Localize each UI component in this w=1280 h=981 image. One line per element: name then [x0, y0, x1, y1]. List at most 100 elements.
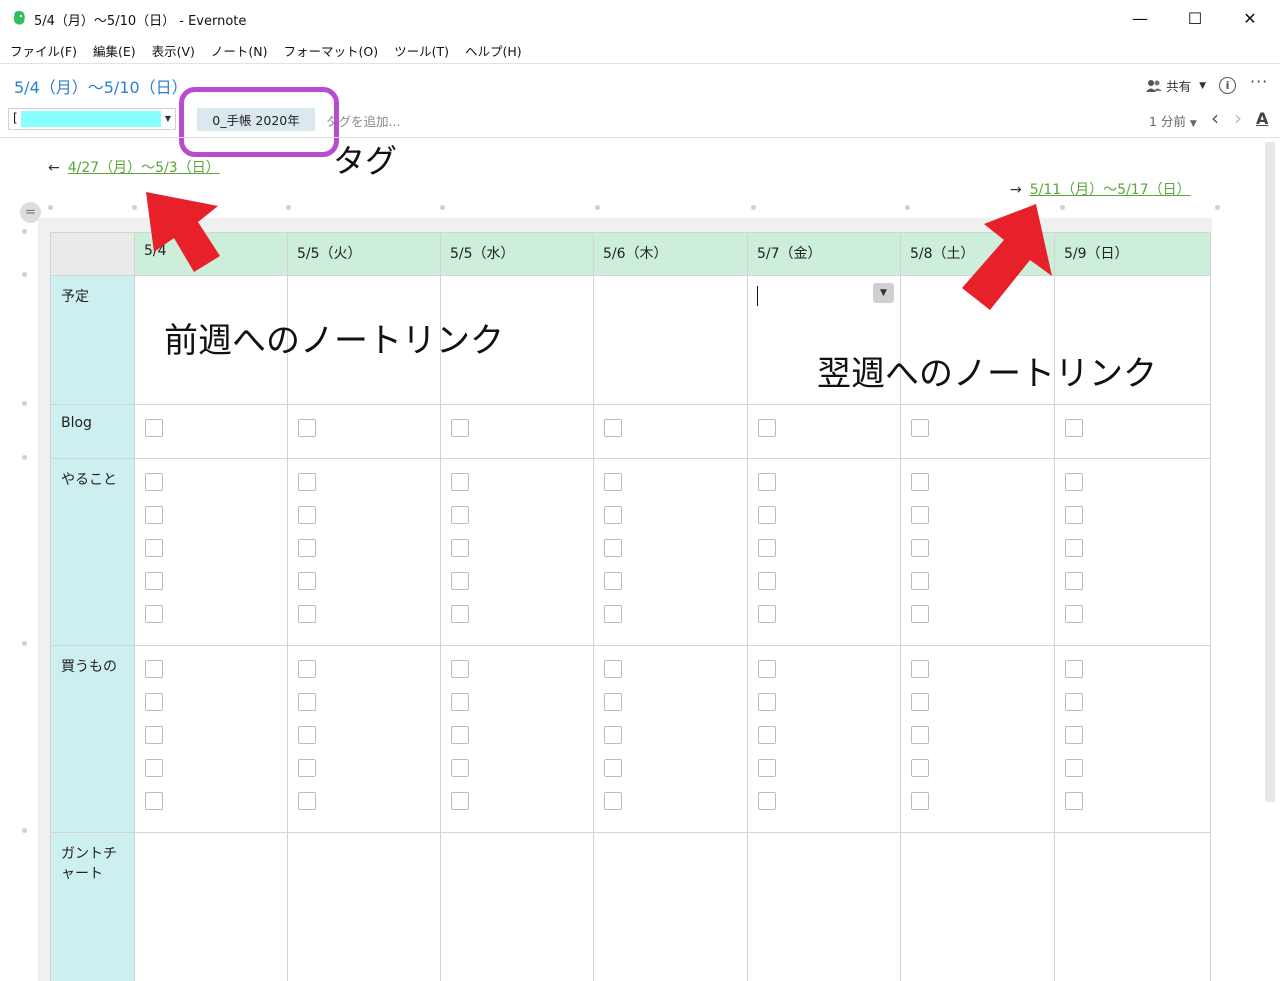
checkbox[interactable]	[1065, 473, 1083, 491]
checkbox[interactable]	[298, 759, 316, 777]
checkbox[interactable]	[911, 572, 929, 590]
checkbox[interactable]	[1065, 726, 1083, 744]
table-cell[interactable]	[747, 404, 901, 459]
checkbox[interactable]	[604, 660, 622, 678]
checkbox[interactable]	[451, 473, 469, 491]
checkbox[interactable]	[451, 539, 469, 557]
back-nav-icon[interactable]: ‹	[1211, 106, 1219, 130]
table-cell[interactable]	[440, 458, 594, 646]
checkbox[interactable]	[604, 419, 622, 437]
menu-view[interactable]: 表示(V)	[152, 41, 195, 60]
table-cell[interactable]	[900, 832, 1055, 981]
row-label[interactable]: Blog	[50, 404, 135, 459]
checkbox[interactable]	[298, 792, 316, 810]
row-label[interactable]: 予定	[50, 275, 135, 405]
table-cell[interactable]	[593, 645, 748, 833]
checkbox[interactable]	[145, 605, 163, 623]
table-cell[interactable]	[134, 404, 288, 459]
menu-note[interactable]: ノート(N)	[211, 41, 268, 60]
row-label[interactable]: やること	[50, 458, 135, 646]
table-cell[interactable]	[440, 832, 594, 981]
checkbox[interactable]	[911, 726, 929, 744]
day-header[interactable]: 5/5（火）	[287, 232, 441, 276]
table-cell[interactable]	[1054, 458, 1211, 646]
checkbox[interactable]	[298, 660, 316, 678]
table-cell[interactable]	[900, 404, 1055, 459]
row-handle-dot[interactable]	[22, 401, 27, 406]
checkbox[interactable]	[451, 605, 469, 623]
checkbox[interactable]	[451, 693, 469, 711]
checkbox[interactable]	[145, 506, 163, 524]
menu-format[interactable]: フォーマット(O)	[284, 41, 379, 60]
table-cell[interactable]	[593, 404, 748, 459]
checkbox[interactable]	[298, 473, 316, 491]
table-cell[interactable]	[440, 645, 594, 833]
checkbox[interactable]	[604, 759, 622, 777]
checkbox[interactable]	[298, 572, 316, 590]
day-header[interactable]: 5/7（金）	[747, 232, 901, 276]
checkbox[interactable]	[604, 572, 622, 590]
checkbox[interactable]	[298, 693, 316, 711]
checkbox[interactable]	[298, 419, 316, 437]
table-cell[interactable]	[1054, 645, 1211, 833]
checkbox[interactable]	[758, 792, 776, 810]
table-cell[interactable]	[440, 404, 594, 459]
checkbox[interactable]	[1065, 572, 1083, 590]
checkbox[interactable]	[911, 506, 929, 524]
checkbox[interactable]	[451, 726, 469, 744]
table-cell[interactable]	[287, 404, 441, 459]
row-handle-dot[interactable]	[22, 229, 27, 234]
day-header[interactable]: 5/6（木）	[593, 232, 748, 276]
row-handle-dot[interactable]	[22, 272, 27, 277]
checkbox[interactable]	[1065, 539, 1083, 557]
table-cell[interactable]	[134, 458, 288, 646]
info-icon[interactable]: i	[1219, 77, 1236, 94]
menu-edit[interactable]: 編集(E)	[93, 41, 136, 60]
row-handle-dot[interactable]	[22, 828, 27, 833]
checkbox[interactable]	[298, 506, 316, 524]
checkbox[interactable]	[451, 506, 469, 524]
font-format-icon[interactable]: A	[1256, 109, 1268, 128]
checkbox[interactable]	[758, 506, 776, 524]
next-week-link[interactable]: 5/11（月）～5/17（日）	[1030, 182, 1191, 198]
checkbox[interactable]	[911, 473, 929, 491]
close-button[interactable]: ✕	[1222, 0, 1278, 36]
checkbox[interactable]	[145, 792, 163, 810]
checkbox[interactable]	[758, 419, 776, 437]
column-handle-dot[interactable]	[1060, 205, 1065, 210]
maximize-button[interactable]: ☐	[1167, 0, 1223, 36]
table-cell[interactable]	[593, 832, 748, 981]
checkbox[interactable]	[145, 660, 163, 678]
checkbox[interactable]	[911, 605, 929, 623]
menu-tools[interactable]: ツール(T)	[394, 41, 449, 60]
minimize-button[interactable]: —	[1112, 0, 1168, 36]
checkbox[interactable]	[604, 506, 622, 524]
column-handle-dot[interactable]	[440, 205, 445, 210]
notebook-selector[interactable]: [ ▼	[8, 108, 176, 130]
checkbox[interactable]	[1065, 605, 1083, 623]
row-label[interactable]: ガントチャート	[50, 832, 135, 981]
checkbox[interactable]	[758, 693, 776, 711]
column-handle-dot[interactable]	[48, 205, 53, 210]
checkbox[interactable]	[911, 660, 929, 678]
column-handle-dot[interactable]	[1215, 205, 1220, 210]
table-cell[interactable]	[747, 832, 901, 981]
checkbox[interactable]	[604, 605, 622, 623]
scrollbar[interactable]	[1265, 142, 1275, 802]
checkbox[interactable]	[758, 473, 776, 491]
table-cell[interactable]	[134, 645, 288, 833]
checkbox[interactable]	[1065, 792, 1083, 810]
checkbox[interactable]	[1065, 419, 1083, 437]
column-handle-dot[interactable]	[286, 205, 291, 210]
checkbox[interactable]	[604, 792, 622, 810]
menu-file[interactable]: ファイル(F)	[10, 41, 77, 60]
checkbox[interactable]	[1065, 506, 1083, 524]
checkbox[interactable]	[758, 726, 776, 744]
checkbox[interactable]	[145, 419, 163, 437]
table-cell[interactable]	[1054, 832, 1211, 981]
prev-week-link[interactable]: 4/27（月）～5/3（日）	[68, 160, 220, 176]
checkbox[interactable]	[145, 473, 163, 491]
checkbox[interactable]	[451, 572, 469, 590]
checkbox[interactable]	[758, 759, 776, 777]
checkbox[interactable]	[758, 572, 776, 590]
